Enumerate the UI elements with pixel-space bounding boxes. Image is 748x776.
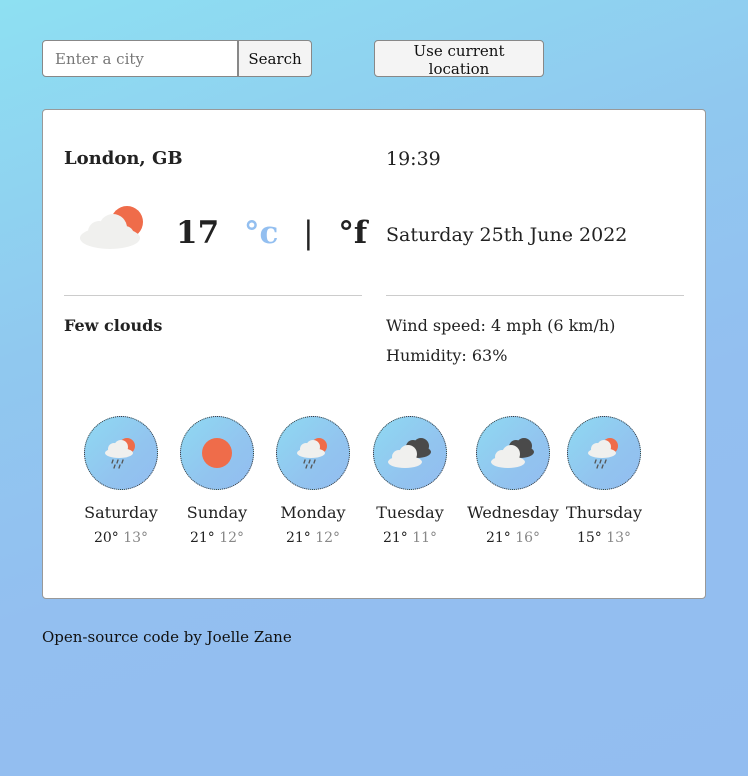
- few-clouds-icon: [77, 204, 147, 254]
- forecast-low: 12°: [219, 530, 245, 546]
- forecast-low: 11°: [412, 530, 438, 546]
- forecast-day-name: Wednesday: [467, 503, 559, 522]
- forecast-low: 12°: [315, 530, 341, 546]
- city-name: London, GB: [64, 148, 183, 169]
- forecast-high: 15°: [576, 530, 602, 546]
- rain-sun-icon: [567, 416, 641, 490]
- forecast-high: 21°: [382, 530, 408, 546]
- fahrenheit-link[interactable]: °f: [338, 215, 367, 251]
- forecast-day-name: Thursday: [566, 503, 642, 522]
- forecast-temps: 21° 12°: [265, 530, 361, 546]
- current-date: Saturday 25th June 2022: [386, 224, 628, 246]
- forecast-day: Saturday 20° 13°: [73, 416, 169, 546]
- weather-description: Few clouds: [64, 316, 163, 335]
- forecast-temps: 21° 11°: [362, 530, 458, 546]
- forecast-temps: 15° 13°: [556, 530, 652, 546]
- forecast-high: 20°: [93, 530, 119, 546]
- divider-right: [386, 295, 684, 296]
- divider-left: [64, 295, 362, 296]
- forecast-low: 16°: [515, 530, 541, 546]
- footer-by-text: by: [179, 628, 207, 646]
- celsius-link[interactable]: °c: [244, 215, 278, 251]
- temperature-display: 17 °c | °f: [176, 215, 367, 251]
- forecast-high: 21°: [285, 530, 311, 546]
- forecast-day-name: Saturday: [84, 503, 158, 522]
- forecast-high: 21°: [485, 530, 511, 546]
- forecast-day-name: Sunday: [186, 503, 248, 522]
- use-current-location-button[interactable]: Use current location: [374, 40, 544, 78]
- forecast-day: Sunday 21° 12°: [169, 416, 265, 546]
- forecast-day: Tuesday 21° 11°: [362, 416, 458, 546]
- forecast-temps: 21° 12°: [169, 530, 265, 546]
- forecast-low: 13°: [606, 530, 632, 546]
- unit-separator: |: [303, 215, 314, 251]
- broken-clouds-icon: [476, 416, 550, 490]
- forecast-day: Thursday 15° 13°: [556, 416, 652, 546]
- forecast-day: Wednesday 21° 16°: [459, 416, 567, 546]
- weather-card: London, GB 19:39 17 °c | °f Saturday 25t…: [42, 109, 706, 599]
- current-time: 19:39: [386, 148, 441, 170]
- temperature-value: 17: [176, 215, 220, 251]
- sun-icon: [180, 416, 254, 490]
- rain-sun-icon: [84, 416, 158, 490]
- city-search-input[interactable]: [42, 40, 238, 77]
- open-source-code-link[interactable]: Open-source code: [42, 628, 179, 646]
- broken-clouds-icon: [373, 416, 447, 490]
- rain-sun-icon: [276, 416, 350, 490]
- forecast-high: 21°: [189, 530, 215, 546]
- humidity: Humidity: 63%: [386, 346, 508, 365]
- forecast-day: Monday 21° 12°: [265, 416, 361, 546]
- footer: Open-source code by Joelle Zane: [42, 628, 292, 646]
- forecast-low: 13°: [123, 530, 149, 546]
- forecast-day-name: Tuesday: [376, 503, 444, 522]
- forecast-day-name: Monday: [280, 503, 346, 522]
- forecast-temps: 20° 13°: [73, 530, 169, 546]
- author-link[interactable]: Joelle Zane: [207, 628, 292, 646]
- forecast-temps: 21° 16°: [459, 530, 567, 546]
- search-button[interactable]: Search: [238, 40, 312, 77]
- wind-speed: Wind speed: 4 mph (6 km/h): [386, 316, 616, 335]
